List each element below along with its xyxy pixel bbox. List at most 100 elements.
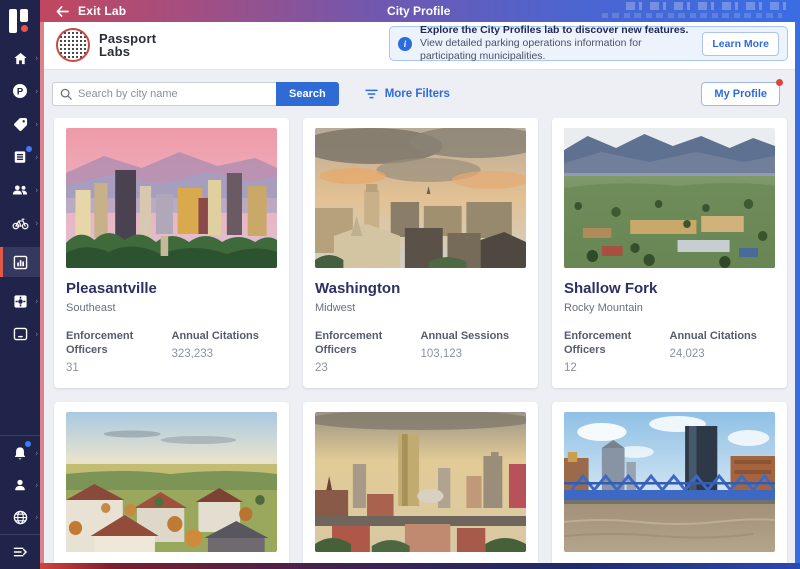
chevron-right-icon: › <box>35 87 38 96</box>
lab-topbar: Exit Lab City Profile <box>40 0 800 22</box>
stat-label: Annual Citations <box>670 329 776 343</box>
info-icon: i <box>398 37 412 51</box>
sidebar-item-account[interactable]: › <box>0 476 40 494</box>
stat-label: Enforcement Officers <box>564 329 670 357</box>
city-card-pleasantville[interactable]: Pleasantville Southeast Enforcement Offi… <box>54 118 289 388</box>
exit-lab-button[interactable]: Exit Lab <box>56 4 126 18</box>
city-region: Midwest <box>315 301 526 315</box>
banner-title: Explore the City Profiles lab to discove… <box>420 24 694 37</box>
city-region: Rocky Mountain <box>564 301 775 315</box>
tag-icon <box>13 117 28 132</box>
divider <box>0 534 40 535</box>
notifications-icon <box>13 446 27 461</box>
stat-value: 103,123 <box>421 347 527 362</box>
city-photo <box>315 128 526 268</box>
lab-frame-left <box>40 22 44 563</box>
search-button[interactable]: Search <box>276 82 339 106</box>
chevron-right-icon: › <box>35 481 38 490</box>
users-icon <box>12 182 28 198</box>
more-filters-label: More Filters <box>385 88 450 100</box>
sidebar-item-language[interactable]: › <box>0 508 40 526</box>
info-banner: i Explore the City Profiles lab to disco… <box>389 26 788 61</box>
collapse-icon <box>13 546 28 558</box>
profile-notification-dot <box>776 79 783 86</box>
sidebar-item-devices[interactable]: › <box>0 325 40 343</box>
sidebar-item-settings[interactable]: › <box>0 292 40 310</box>
city-photo <box>564 412 775 552</box>
stat-value: 323,233 <box>172 347 278 362</box>
brand-name: Passport Labs <box>99 32 156 58</box>
sidebar-bottom: › › › <box>0 427 40 569</box>
stat-label: Annual Citations <box>172 329 278 343</box>
search-input[interactable] <box>78 88 269 100</box>
content-area: Search More Filters My Profile <box>44 70 795 563</box>
sidebar-item-users[interactable]: › <box>0 181 40 199</box>
city-name: Washington <box>315 280 526 298</box>
chevron-right-icon: › <box>35 54 38 63</box>
city-photo <box>66 412 277 552</box>
learn-more-button[interactable]: Learn More <box>702 32 779 56</box>
sidebar-item-home[interactable]: › <box>0 49 40 67</box>
city-card-washington[interactable]: Washington Midwest Enforcement Officers2… <box>303 118 538 388</box>
city-photo <box>66 128 277 268</box>
pixel-decoration <box>602 13 782 18</box>
search-icon <box>60 88 72 100</box>
notification-badge <box>25 441 31 447</box>
sidebar-item-documents[interactable]: › <box>0 148 40 166</box>
city-photo <box>315 412 526 552</box>
sidebar-item-notifications[interactable]: › <box>0 444 40 462</box>
city-region: Southeast <box>66 301 277 315</box>
brand: Passport Labs <box>56 28 156 62</box>
banner-text: Explore the City Profiles lab to discove… <box>420 24 694 63</box>
account-icon <box>13 478 27 492</box>
sidebar-item-tags[interactable]: › <box>0 115 40 133</box>
reports-icon <box>13 255 28 270</box>
stat-value: 12 <box>564 361 670 376</box>
divider <box>0 435 40 436</box>
chevron-right-icon: › <box>35 219 38 228</box>
city-card-grid: Pleasantville Southeast Enforcement Offi… <box>54 118 787 563</box>
chevron-right-icon: › <box>35 330 38 339</box>
stat-value: 31 <box>66 361 172 376</box>
stat-label: Enforcement Officers <box>66 329 172 357</box>
city-card-village-oaks[interactable]: Village Oaks Northeast <box>303 402 538 563</box>
chevron-right-icon: › <box>35 297 38 306</box>
lab-frame-bottom <box>36 563 800 569</box>
city-card-franklin[interactable]: Franklin Southeast <box>54 402 289 563</box>
city-profile-page: › P › › › › › <box>0 0 800 569</box>
sidebar-item-parking[interactable]: P › <box>0 82 40 100</box>
city-name: Shallow Fork <box>564 280 775 298</box>
search-group: Search <box>52 82 339 106</box>
city-card-shallow-fork[interactable]: Shallow Fork Rocky Mountain Enforcement … <box>552 118 787 388</box>
chevron-right-icon: › <box>35 513 38 522</box>
sidebar: › P › › › › › <box>0 0 40 569</box>
more-filters-button[interactable]: More Filters <box>365 88 450 100</box>
home-icon <box>13 51 28 66</box>
header-bar: Passport Labs i Explore the City Profile… <box>44 22 795 70</box>
stat-value: 23 <box>315 361 421 376</box>
banner-subtitle: View detailed parking operations informa… <box>420 37 694 63</box>
documents-icon <box>13 150 27 164</box>
chevron-right-icon: › <box>35 120 38 129</box>
back-arrow-icon <box>56 6 69 17</box>
pixel-decoration <box>626 2 794 10</box>
stat-value: 24,023 <box>670 347 776 362</box>
filter-icon <box>365 89 378 99</box>
parking-icon: P <box>12 83 28 99</box>
passport-logo-icon[interactable] <box>9 9 31 33</box>
stat-label: Annual Sessions <box>421 329 527 343</box>
toolbar: Search More Filters My Profile <box>52 82 789 106</box>
bike-icon <box>12 216 29 231</box>
sidebar-item-micromobility[interactable]: › <box>0 214 40 232</box>
devices-icon <box>13 327 28 341</box>
svg-text:P: P <box>17 87 24 98</box>
exit-lab-label: Exit Lab <box>78 4 126 18</box>
my-profile-button[interactable]: My Profile <box>701 82 780 106</box>
search-box <box>52 82 276 106</box>
city-photo <box>564 128 775 268</box>
chevron-right-icon: › <box>35 186 38 195</box>
city-card-centerville[interactable]: Centerville Pacific Northwest <box>552 402 787 563</box>
passport-labs-logo-icon <box>56 28 90 62</box>
sidebar-item-reports-active[interactable] <box>0 247 40 277</box>
sidebar-collapse-button[interactable] <box>0 543 40 561</box>
